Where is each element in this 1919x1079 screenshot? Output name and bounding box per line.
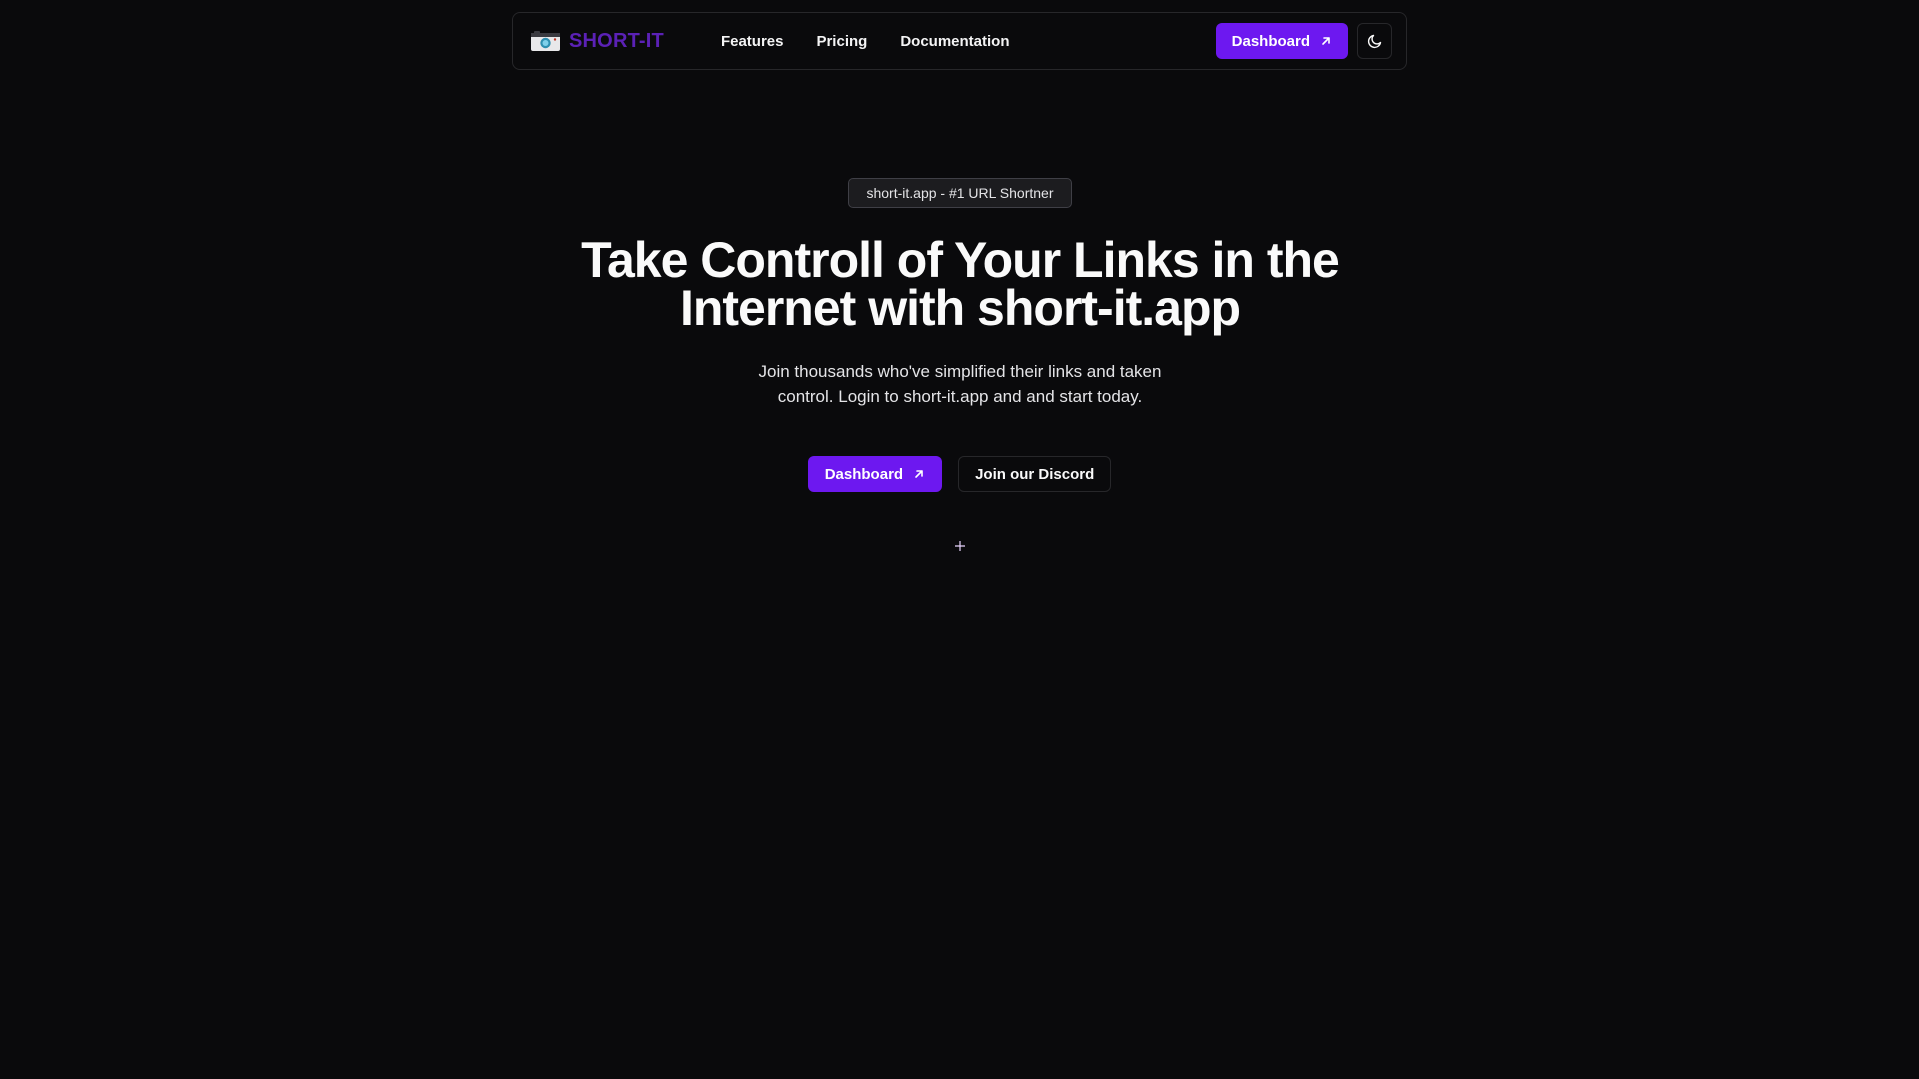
theme-toggle-button[interactable]	[1357, 23, 1392, 59]
hero-cta-row: Dashboard Join our Discord	[0, 456, 1919, 492]
hero-badge: short-it.app - #1 URL Shortner	[848, 178, 1072, 208]
crosshair-cursor-icon	[955, 541, 965, 551]
brand-name: SHORT-IT	[569, 29, 664, 52]
join-discord-button[interactable]: Join our Discord	[958, 456, 1112, 492]
page: SHORT-IT Features Pricing Documentation …	[0, 0, 1919, 1079]
hero-dashboard-button[interactable]: Dashboard	[807, 456, 943, 492]
nav-link-documentation[interactable]: Documentation	[900, 33, 1009, 50]
nav-dashboard-label: Dashboard	[1231, 32, 1310, 50]
arrow-up-right-icon	[1322, 37, 1330, 45]
hero-subtitle: Join thousands who've simplified their l…	[758, 362, 1162, 406]
brand[interactable]: SHORT-IT	[530, 30, 664, 53]
camera-icon	[531, 31, 560, 51]
hero-title: Take Controll of Your Links in the Inter…	[581, 232, 1340, 336]
arrow-up-right-icon	[915, 470, 923, 478]
nav-link-pricing[interactable]: Pricing	[816, 33, 867, 50]
hero-dashboard-label: Dashboard	[824, 465, 904, 483]
nav-link-features[interactable]: Features	[721, 33, 784, 50]
nav-dashboard-button[interactable]: Dashboard	[1215, 23, 1348, 59]
nav-links: Features Pricing Documentation	[721, 33, 1010, 50]
nav-actions: Dashboard	[1215, 23, 1392, 59]
moon-icon	[1367, 34, 1381, 49]
top-navbar: SHORT-IT Features Pricing Documentation …	[512, 12, 1407, 70]
